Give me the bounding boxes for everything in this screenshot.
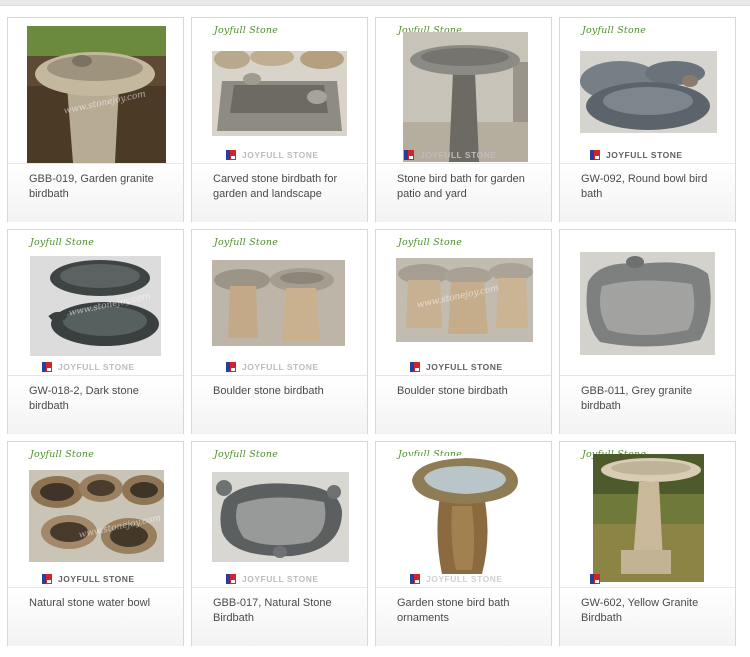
product-photo[interactable]: [403, 32, 528, 162]
caption-area: GW-092, Round bowl bird bath: [560, 163, 735, 222]
product-photo[interactable]: [212, 51, 347, 136]
brand-flag-icon: [410, 362, 420, 372]
caption-area: GBB-017, Natural Stone Birdbath: [192, 587, 367, 646]
brand-bar-text: JOYFULL STONE: [606, 150, 683, 160]
brand-bar: [590, 573, 600, 585]
product-thumbnail[interactable]: Joyfull Stone JOYFULL STONE: [192, 230, 367, 375]
brand-logo: Joyfull Stone: [214, 237, 279, 248]
product-card[interactable]: Joyfull Stone JOYFULL STONE Garden stone…: [375, 441, 552, 646]
product-caption[interactable]: Garden stone bird bath ornaments: [397, 596, 537, 626]
product-photo[interactable]: [212, 260, 345, 346]
product-caption[interactable]: GBB-011, Grey granite birdbath: [581, 384, 721, 414]
brand-flag-icon: [226, 362, 236, 372]
caption-area: Natural stone water bowl: [8, 587, 183, 646]
brand-flag-icon: [226, 150, 236, 160]
caption-area: Garden stone bird bath ornaments: [376, 587, 551, 646]
brand-bar: JOYFULL STONE: [226, 573, 319, 585]
brand-bar-text: JOYFULL STONE: [242, 574, 319, 584]
brand-flag-icon: [226, 574, 236, 584]
brand-bar-text: JOYFULL STONE: [242, 150, 319, 160]
product-photo[interactable]: [580, 51, 717, 133]
product-caption[interactable]: GW-092, Round bowl bird bath: [581, 172, 721, 202]
product-card[interactable]: Joyfull Stone www.stonejoy.com JOYFULL S…: [375, 229, 552, 434]
brand-bar-text: JOYFULL STONE: [426, 574, 503, 584]
brand-flag-icon: [42, 574, 52, 584]
caption-area: Boulder stone birdbath: [192, 375, 367, 434]
brand-bar: JOYFULL STONE: [226, 149, 319, 161]
product-caption[interactable]: Boulder stone birdbath: [397, 384, 537, 399]
product-thumbnail[interactable]: Joyfull Stone JOYFULL STONE: [192, 18, 367, 163]
product-grid: www.stonejoy.com GBB-019, Garden granite…: [7, 17, 736, 646]
product-card[interactable]: Joyfull Stone www.stonejoy.com JOYFULL S…: [7, 229, 184, 434]
product-card[interactable]: Joyfull Stone GW-602, Yellow Granite Bir…: [559, 441, 736, 646]
product-card[interactable]: Joyfull Stone JOYFULL STONE Stone bird b…: [375, 17, 552, 222]
brand-logo: Joyfull Stone: [398, 237, 463, 248]
brand-flag-icon: [590, 150, 600, 160]
product-thumbnail[interactable]: Joyfull Stone JOYFULL STONE: [376, 18, 551, 163]
top-bar: [0, 0, 750, 6]
product-photo[interactable]: [593, 454, 704, 582]
brand-logo: Joyfull Stone: [214, 25, 279, 36]
caption-area: Boulder stone birdbath: [376, 375, 551, 434]
brand-bar: JOYFULL STONE: [42, 361, 135, 373]
product-caption[interactable]: Boulder stone birdbath: [213, 384, 353, 399]
product-caption[interactable]: GW-018-2, Dark stone birdbath: [29, 384, 169, 414]
product-card[interactable]: Joyfull Stone JOYFULL STONE GW-092, Roun…: [559, 17, 736, 222]
brand-bar: JOYFULL STONE: [42, 573, 135, 585]
product-card[interactable]: GBB-011, Grey granite birdbath: [559, 229, 736, 434]
product-thumbnail[interactable]: Joyfull Stone JOYFULL STONE: [376, 442, 551, 587]
product-card[interactable]: www.stonejoy.com GBB-019, Garden granite…: [7, 17, 184, 222]
brand-logo: Joyfull Stone: [30, 449, 95, 460]
caption-area: GW-602, Yellow Granite Birdbath: [560, 587, 735, 646]
brand-bar: JOYFULL STONE: [590, 149, 683, 161]
product-card[interactable]: Joyfull Stone JOYFULL STONE Carved stone…: [191, 17, 368, 222]
brand-bar: JOYFULL STONE: [410, 573, 503, 585]
caption-area: Carved stone birdbath for garden and lan…: [192, 163, 367, 222]
brand-flag-icon: [410, 574, 420, 584]
caption-area: GBB-011, Grey granite birdbath: [560, 375, 735, 434]
product-thumbnail[interactable]: Joyfull Stone JOYFULL STONE: [560, 18, 735, 163]
product-caption[interactable]: Carved stone birdbath for garden and lan…: [213, 172, 353, 202]
product-caption[interactable]: GBB-017, Natural Stone Birdbath: [213, 596, 353, 626]
product-caption[interactable]: GW-602, Yellow Granite Birdbath: [581, 596, 721, 626]
product-caption[interactable]: Natural stone water bowl: [29, 596, 169, 611]
product-thumbnail[interactable]: [560, 230, 735, 375]
product-card[interactable]: Joyfull Stone www.stonejoy.com JOYFULL S…: [7, 441, 184, 646]
product-caption[interactable]: Stone bird bath for garden patio and yar…: [397, 172, 537, 202]
brand-bar: JOYFULL STONE: [404, 149, 497, 161]
product-photo[interactable]: [406, 456, 521, 580]
product-thumbnail[interactable]: Joyfull Stone JOYFULL STONE: [192, 442, 367, 587]
brand-bar: JOYFULL STONE: [226, 361, 319, 373]
brand-bar-text: JOYFULL STONE: [242, 362, 319, 372]
product-thumbnail[interactable]: Joyfull Stone www.stonejoy.com JOYFULL S…: [8, 442, 183, 587]
brand-bar-text: JOYFULL STONE: [426, 362, 503, 372]
brand-flag-icon: [42, 362, 52, 372]
brand-bar-text: JOYFULL STONE: [420, 150, 497, 160]
product-card[interactable]: Joyfull Stone JOYFULL STONE GBB-017, Nat…: [191, 441, 368, 646]
product-photo[interactable]: [212, 472, 349, 562]
brand-logo: Joyfull Stone: [30, 237, 95, 248]
product-thumbnail[interactable]: Joyfull Stone: [560, 442, 735, 587]
product-thumbnail[interactable]: Joyfull Stone www.stonejoy.com JOYFULL S…: [8, 230, 183, 375]
caption-area: GW-018-2, Dark stone birdbath: [8, 375, 183, 434]
brand-logo: Joyfull Stone: [214, 449, 279, 460]
caption-area: GBB-019, Garden granite birdbath: [8, 163, 183, 222]
brand-bar: JOYFULL STONE: [410, 361, 503, 373]
product-thumbnail[interactable]: www.stonejoy.com: [8, 18, 183, 163]
brand-bar-text: JOYFULL STONE: [58, 574, 135, 584]
product-caption[interactable]: GBB-019, Garden granite birdbath: [29, 172, 169, 202]
product-thumbnail[interactable]: Joyfull Stone www.stonejoy.com JOYFULL S…: [376, 230, 551, 375]
brand-logo: Joyfull Stone: [582, 25, 647, 36]
brand-flag-icon: [404, 150, 414, 160]
product-card[interactable]: Joyfull Stone JOYFULL STONE Boulder ston…: [191, 229, 368, 434]
caption-area: Stone bird bath for garden patio and yar…: [376, 163, 551, 222]
product-photo[interactable]: [580, 252, 715, 355]
brand-bar-text: JOYFULL STONE: [58, 362, 135, 372]
brand-flag-icon: [590, 574, 600, 584]
